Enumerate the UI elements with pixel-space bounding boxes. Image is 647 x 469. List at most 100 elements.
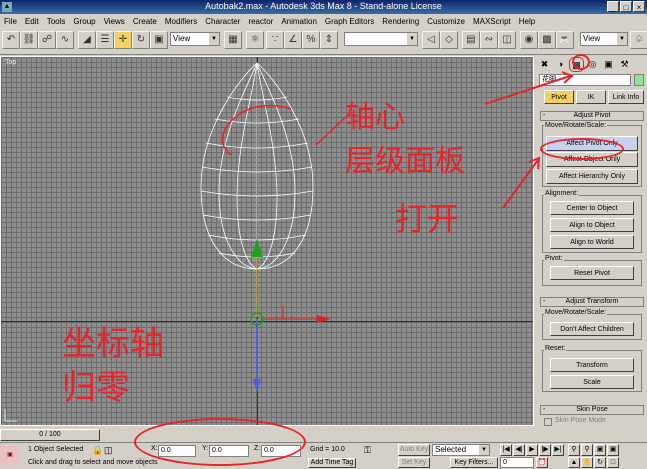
affect-hierarchy-only-button[interactable]: Affect Hierarchy Only [546,169,638,184]
arc-rotate-icon[interactable]: ↻ [594,457,606,468]
menu-character[interactable]: Character [201,17,244,26]
window-controls: _ □ × [607,1,645,12]
angle-snap-icon[interactable]: ∠ [284,31,302,49]
quick-render-icon[interactable]: ☕ [556,31,574,49]
zoom-icon[interactable]: ⚲ [568,444,580,456]
link-info-tab[interactable]: Link Info [608,90,644,104]
percent-snap-icon[interactable]: % [302,31,320,49]
menu-views[interactable]: Views [100,17,129,26]
select-and-move-icon[interactable]: ✛ [114,31,132,49]
mirror-icon[interactable]: ◁ [422,31,440,49]
undo-icon[interactable]: ↶ [2,31,20,49]
time-config-icon[interactable]: ⏰ [536,457,548,468]
render-type-dropdown[interactable]: View ▼ [580,32,628,46]
window-title: Autobak2.max - Autodesk 3ds Max 8 - Stan… [205,1,442,11]
menu-graph-editors[interactable]: Graph Editors [321,17,378,26]
pan-icon[interactable]: ✋ [581,457,593,468]
go-to-start-icon[interactable]: |◀ [500,444,512,456]
menu-modifiers[interactable]: Modifiers [161,17,201,26]
display-tab-icon[interactable]: ▣ [601,57,616,72]
select-manipulate-icon[interactable]: ⚛ [246,31,264,49]
pivot-point-center-icon[interactable]: ▦ [224,31,242,49]
skin-pose-rollout[interactable]: - Skin Pose [540,405,644,415]
material-editor-icon[interactable]: ◉ [520,31,538,49]
scale-button[interactable]: Scale [550,375,634,389]
key-icon[interactable]: ⚿ [364,445,371,456]
bind-space-warp-icon[interactable]: ∿ [56,31,74,49]
create-tab-icon[interactable]: ✖ [537,57,552,72]
close-icon[interactable]: × [633,1,645,12]
menu-group[interactable]: Group [69,17,99,26]
zoom-all-icon[interactable]: ⚲ [581,444,593,456]
pivot-tab[interactable]: Pivot [544,90,574,104]
unlink-icon[interactable]: ☍ [38,31,56,49]
skin-pose-mode-checkbox[interactable] [544,418,552,426]
time-slider-thumb[interactable]: 0 / 100 [0,429,100,441]
play-icon[interactable]: ▶ [526,444,538,456]
reset-pivot-button[interactable]: Reset Pivot [550,266,634,280]
menu-tools[interactable]: Tools [43,17,70,26]
maximize-icon[interactable]: □ [620,1,632,12]
maximize-viewport-icon[interactable]: □ [607,457,619,468]
selection-lock-icon[interactable]: 🔒 [92,445,103,456]
annotation-axis-2: 归零 [62,368,130,408]
snap-toggle-icon[interactable]: ∵ [266,31,284,49]
go-to-end-icon[interactable]: ▶| [552,444,564,456]
named-selection-dropdown[interactable]: ▼ [344,32,418,46]
transform-button[interactable]: Transform [550,358,634,372]
menu-reactor[interactable]: reactor [244,17,277,26]
field-of-view-icon[interactable]: ▲ [568,457,580,468]
align-icon[interactable]: ◇ [440,31,458,49]
selected-dropdown[interactable]: Selected ▼ [432,444,490,456]
auto-key-button[interactable]: Auto Key [398,444,430,456]
menu-animation[interactable]: Animation [277,17,321,26]
align-to-world-button[interactable]: Align to World [550,235,634,249]
dont-affect-children-button[interactable]: Don't Affect Children [550,322,634,336]
select-object-icon[interactable]: ◢ [78,31,96,49]
menu-file[interactable]: File [0,17,21,26]
schematic-view-icon[interactable]: ◫ [498,31,516,49]
key-filters-button[interactable]: Key Filters... [450,457,498,468]
align-to-object-button[interactable]: Align to Object [550,218,634,232]
menu-create[interactable]: Create [129,17,161,26]
ik-tab[interactable]: IK [576,90,606,104]
prompt-line: Click and drag to select and move object… [28,459,158,466]
previous-frame-icon[interactable]: ◀| [513,444,525,456]
annotation-circle-coordinates [134,418,306,466]
menu-help[interactable]: Help [515,17,539,26]
menu-customize[interactable]: Customize [423,17,469,26]
reference-coordinate-dropdown[interactable]: View ▼ [170,32,220,46]
layer-manager-icon[interactable]: ▤ [462,31,480,49]
render-last-icon[interactable]: ♤ [630,31,647,49]
current-frame-field[interactable]: 0 [500,457,534,468]
link-icon[interactable]: ⛓ [20,31,38,49]
curve-editor-icon[interactable]: ∾ [480,31,498,49]
adjust-transform-rollout[interactable]: - Adjust Transform [540,297,644,307]
adjust-pivot-rollout[interactable]: - Adjust Pivot [540,111,644,121]
chevron-down-icon: ▼ [479,445,489,455]
zoom-extents-icon[interactable]: ▣ [594,444,606,456]
menu-edit[interactable]: Edit [21,17,43,26]
set-key-button[interactable]: Set Key [398,457,430,468]
modify-tab-icon[interactable]: ◑ [553,57,568,72]
maxscript-listener-icon[interactable]: ▣ [0,445,20,465]
minimize-icon[interactable]: _ [607,1,619,12]
add-time-tag-button[interactable]: Add Time Tag [308,458,356,468]
render-scene-icon[interactable]: ▩ [538,31,556,49]
menu-maxscript[interactable]: MAXScript [469,17,515,26]
zoom-extents-all-icon[interactable]: ▣ [607,444,619,456]
center-to-object-button[interactable]: Center to Object [550,201,634,215]
next-frame-icon[interactable]: |▶ [539,444,551,456]
select-by-name-icon[interactable]: ☰ [96,31,114,49]
object-name-field[interactable]: 花脚 [539,74,631,86]
spinner-snap-icon[interactable]: ⇕ [320,31,338,49]
collapse-icon: - [543,298,546,305]
absolute-mode-icon[interactable]: ◫ [104,445,113,456]
skin-pose-mode-label: Skin Pose Mode [555,417,606,424]
menu-rendering[interactable]: Rendering [378,17,423,26]
object-color-swatch[interactable] [634,74,644,86]
chevron-down-icon: ▼ [617,33,627,45]
utilities-tab-icon[interactable]: ⚒ [617,57,632,72]
select-and-rotate-icon[interactable]: ↻ [132,31,150,49]
select-and-scale-icon[interactable]: ▣ [150,31,168,49]
